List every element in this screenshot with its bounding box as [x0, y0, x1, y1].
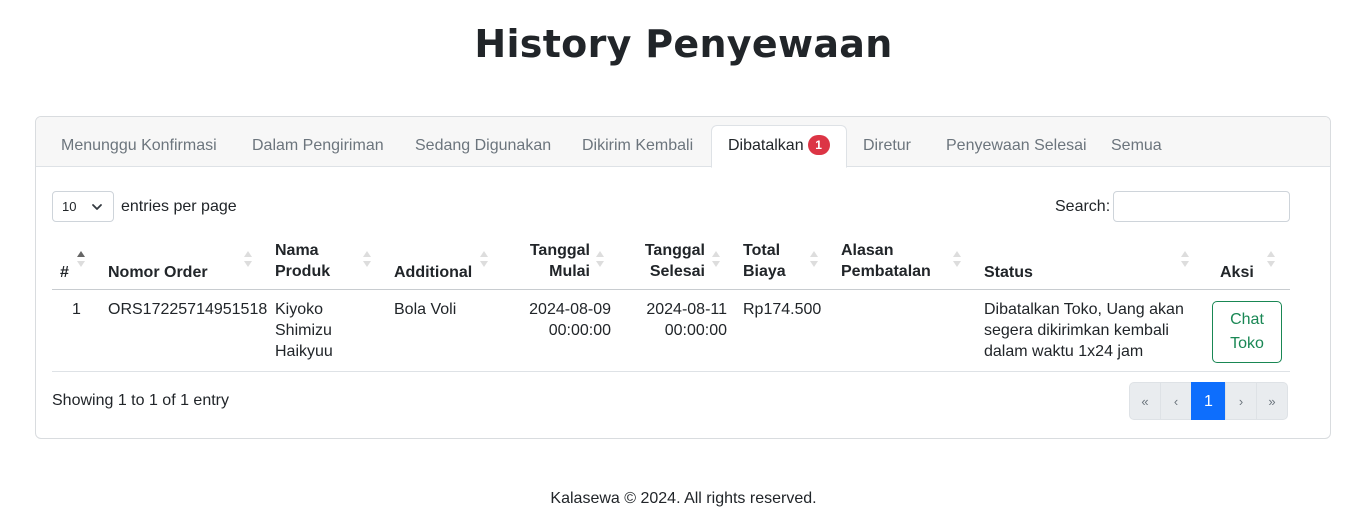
footer: Kalasewa © 2024. All rights reserved. [550, 490, 817, 507]
cell-line: 2024-08-09 [529, 301, 611, 318]
previous-page-button[interactable]: ‹ [1160, 382, 1192, 420]
tab-label: Semua [1111, 137, 1162, 154]
tab-sedang-digunakan[interactable]: Sedang Digunakan [399, 125, 567, 167]
next-page-button[interactable]: › [1225, 382, 1257, 420]
tab-label: Sedang Digunakan [415, 137, 552, 154]
sort-icon[interactable] [243, 250, 253, 268]
table-info: Showing 1 to 1 of 1 entry [52, 392, 229, 409]
header-line: Alasan [841, 242, 894, 259]
header-line: Selesai [649, 263, 705, 280]
tab-label: Dibatalkan [728, 137, 804, 154]
column-header-no[interactable]: # [60, 262, 69, 283]
header-line: Nama [275, 242, 319, 259]
cell-line: Shimizu [275, 322, 332, 339]
column-header-tanggal-mulai[interactable]: Tanggal Mulai [511, 240, 590, 282]
column-header-alasan-pembatalan[interactable]: Alasan Pembatalan [841, 240, 931, 282]
sort-ascending-icon[interactable] [76, 250, 86, 268]
cell-line: dalam waktu 1x24 jam [984, 343, 1144, 360]
cell-tanggal-selesai: 2024-08-11 00:00:00 [626, 299, 727, 341]
column-header-total-biaya[interactable]: Total Biaya [743, 240, 786, 282]
tab-menunggu-konfirmasi[interactable]: Menunggu Konfirmasi [45, 125, 233, 167]
tab-penyewaan-selesai[interactable]: Penyewaan Selesai [930, 125, 1103, 167]
column-header-aksi[interactable]: Aksi [1220, 262, 1254, 283]
sort-icon[interactable] [1266, 250, 1276, 268]
header-line: Mulai [549, 263, 590, 280]
tab-dalam-pengiriman[interactable]: Dalam Pengiriman [236, 125, 400, 167]
last-page-button[interactable]: » [1256, 382, 1288, 420]
chat-toko-button[interactable]: Chat Toko [1212, 301, 1282, 363]
tab-label: Dalam Pengiriman [252, 137, 384, 154]
cancelled-count-badge: 1 [807, 134, 830, 155]
sort-icon[interactable] [362, 250, 372, 268]
header-line: Pembatalan [841, 263, 931, 280]
cell-line: Haikyuu [275, 343, 333, 360]
sort-icon[interactable] [809, 250, 819, 268]
cell-status: Dibatalkan Toko, Uang akan segera dikirim… [984, 299, 1184, 362]
sort-icon[interactable] [595, 250, 605, 268]
search-label: Search: [1055, 198, 1111, 215]
history-card: Menunggu Konfirmasi Dalam Pengiriman Sed… [35, 116, 1331, 439]
entries-per-page-select[interactable]: 10 [52, 191, 114, 222]
cell-line: segera dikirimkan kembali [984, 322, 1169, 339]
button-line: Chat [1230, 311, 1264, 328]
tab-dibatalkan[interactable]: Dibatalkan 1 [711, 125, 847, 168]
tab-semua[interactable]: Semua [1095, 125, 1178, 167]
column-header-status[interactable]: Status [984, 262, 1033, 283]
row-divider [52, 371, 1290, 372]
cell-line: 2024-08-11 [646, 301, 727, 318]
button-line: Toko [1230, 335, 1264, 352]
tab-label: Penyewaan Selesai [946, 137, 1087, 154]
cell-no: 1 [72, 301, 81, 318]
chevron-down-icon [92, 204, 102, 210]
cell-additional: Bola Voli [394, 301, 457, 318]
sort-icon[interactable] [711, 250, 721, 268]
sort-icon[interactable] [479, 250, 489, 268]
tab-dikirim-kembali[interactable]: Dikirim Kembali [566, 125, 709, 167]
cell-line: Kiyoko [275, 301, 324, 318]
header-line: Tanggal [644, 242, 705, 259]
tab-label: Diretur [863, 137, 912, 154]
cell-line: 00:00:00 [664, 322, 727, 339]
header-line: Produk [275, 263, 331, 280]
column-header-additional[interactable]: Additional [394, 262, 472, 283]
header-divider [52, 289, 1290, 290]
tab-diretur[interactable]: Diretur [847, 125, 927, 167]
header-line: Biaya [743, 263, 786, 280]
cell-line: 00:00:00 [548, 322, 611, 339]
column-header-produk[interactable]: Nama Produk [275, 240, 330, 282]
tab-label: Menunggu Konfirmasi [61, 137, 217, 154]
search-input[interactable] [1113, 191, 1290, 222]
page-1-button[interactable]: 1 [1191, 382, 1226, 420]
cell-order-number: ORS17225714951518 [108, 301, 268, 318]
header-line: Total [743, 242, 781, 259]
entries-value: 10 [62, 199, 77, 214]
cell-total-biaya: Rp174.500 [743, 301, 822, 318]
tab-label: Dikirim Kembali [582, 137, 694, 154]
status-tabs: Menunggu Konfirmasi Dalam Pengiriman Sed… [36, 117, 1330, 168]
sort-icon[interactable] [952, 250, 962, 268]
page-title: History Penyewaan [474, 22, 893, 66]
sort-icon[interactable] [1180, 250, 1190, 268]
column-header-tanggal-selesai[interactable]: Tanggal Selesai [626, 240, 705, 282]
pagination: « ‹ 1 › » [1129, 382, 1288, 420]
first-page-button[interactable]: « [1129, 382, 1161, 420]
cell-line: Dibatalkan Toko, Uang akan [984, 301, 1184, 318]
column-header-order[interactable]: Nomor Order [108, 262, 208, 283]
entries-per-page-label: entries per page [121, 198, 237, 215]
cell-product-name: Kiyoko Shimizu Haikyuu [275, 299, 333, 362]
cell-tanggal-mulai: 2024-08-09 00:00:00 [511, 299, 611, 341]
header-line: Tanggal [529, 242, 590, 259]
